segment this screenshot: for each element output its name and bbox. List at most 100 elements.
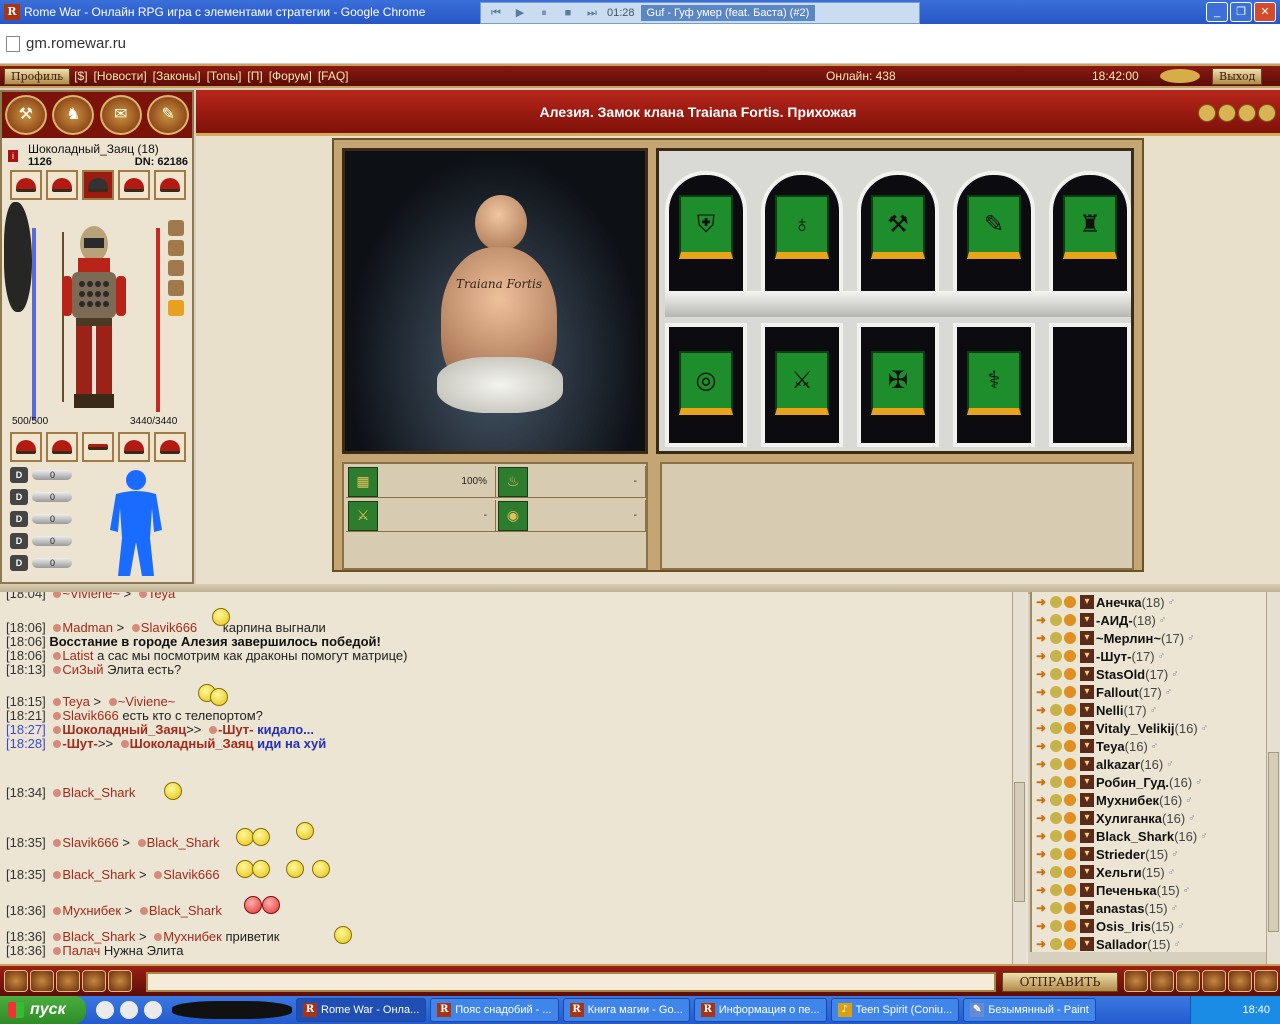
close-icon[interactable]: ✕ (1254, 2, 1276, 22)
info-icon[interactable] (1050, 884, 1062, 896)
user-list-item[interactable]: ➜ ▾ StasOld (17) ♂ (1036, 665, 1179, 683)
user-name[interactable]: Робин_Гуд. (1096, 775, 1169, 790)
chat-nick[interactable]: Slavik666 (163, 867, 219, 882)
equipment-slot[interactable] (10, 432, 42, 462)
clan-icon[interactable]: ▾ (1080, 739, 1094, 753)
user-name[interactable]: Osis_Iris (1096, 919, 1151, 934)
info-icon[interactable] (1050, 776, 1062, 788)
chat-nick[interactable]: Мухнибек (163, 929, 222, 944)
coins-banner-icon[interactable]: ◎ (679, 351, 733, 415)
exit-button[interactable]: Выход (1212, 67, 1263, 85)
user-list-item[interactable]: ➜ ▾ Strieder (15) ♂ (1036, 845, 1179, 863)
user-name[interactable]: -АИД- (1096, 613, 1133, 628)
banner-arch[interactable]: ⚔ (761, 323, 843, 447)
banner-arch[interactable]: ♜ (1049, 171, 1131, 295)
chat-nick[interactable]: Teya (148, 592, 175, 601)
chat-private-icon[interactable] (56, 970, 80, 992)
taskbar-item[interactable]: R Книга магии - Go... (562, 998, 690, 1022)
private-arrow-icon[interactable]: ➜ (1036, 901, 1050, 915)
user-list-item[interactable]: ➜ ▾ Мухнибек (16) ♂ (1036, 791, 1193, 809)
user-name[interactable]: Black_Shark (1096, 829, 1174, 844)
equipment-slot[interactable] (118, 432, 150, 462)
chat-input[interactable] (146, 972, 996, 992)
chat-nick[interactable]: Madman (62, 620, 113, 635)
clan-icon[interactable]: ▾ (1080, 703, 1094, 717)
shield-small-icon[interactable] (168, 260, 184, 276)
url-text[interactable]: gm.romewar.ru (26, 35, 126, 52)
user-name[interactable]: Анечка (1096, 595, 1141, 610)
swords-banner-icon[interactable]: ⚔ (775, 351, 829, 415)
character-name[interactable]: Шоколадный_Заяц (18) (28, 142, 159, 156)
info-icon[interactable] (1050, 848, 1062, 860)
book-icon[interactable]: ✎ (147, 95, 190, 135)
inventory-icon[interactable]: ⚒ (4, 95, 47, 135)
sun-small-icon[interactable] (168, 300, 184, 316)
private-arrow-icon[interactable]: ➜ (1036, 631, 1050, 645)
smiles-icon[interactable] (1124, 970, 1148, 992)
info-icon[interactable] (1050, 668, 1062, 680)
play-icon[interactable]: ▶ (511, 5, 529, 21)
private-arrow-icon[interactable]: ➜ (1036, 919, 1050, 933)
clear-chat-icon[interactable] (1176, 970, 1200, 992)
user-name[interactable]: Хельги (1096, 865, 1142, 880)
torrent-icon[interactable] (96, 1001, 114, 1019)
info-icon[interactable] (1050, 686, 1062, 698)
start-button[interactable]: пуск (0, 996, 86, 1024)
banner-arch[interactable]: ⚒ (857, 171, 939, 295)
people-small-icon[interactable] (168, 280, 184, 296)
refresh-icon[interactable] (1238, 104, 1256, 122)
chat-nick[interactable]: -Шут- (218, 722, 253, 737)
map-icon[interactable] (1198, 104, 1216, 122)
equipment-slot[interactable] (118, 170, 150, 200)
private-arrow-icon[interactable]: ➜ (1036, 667, 1050, 681)
info-icon[interactable] (1050, 614, 1062, 626)
user-name[interactable]: Хулиганка (1096, 811, 1162, 826)
user-list-item[interactable]: ➜ ▾ Nelli (17) ♂ (1036, 701, 1157, 719)
user-list-item[interactable]: ➜ ▾ Анечка (18) ♂ (1036, 593, 1175, 611)
info-icon[interactable] (1050, 722, 1062, 734)
menu-link-forum[interactable]: [Форум] (269, 69, 312, 83)
clan-icon[interactable]: ▾ (1080, 937, 1094, 951)
equipment-slot[interactable] (46, 170, 78, 200)
info-icon[interactable] (1050, 920, 1062, 932)
clan-icon[interactable]: ▾ (1080, 595, 1094, 609)
taskbar-item[interactable]: R Пояс снадобий - ... (430, 998, 559, 1022)
clan-icon[interactable]: ▾ (1080, 865, 1094, 879)
menu-link-tops[interactable]: [Топы] (207, 69, 242, 83)
userlist-scrollbar-thumb[interactable] (1268, 752, 1279, 932)
private-arrow-icon[interactable]: ➜ (1036, 883, 1050, 897)
chat-nick[interactable]: Шоколадный_Заяц (130, 736, 254, 751)
user-list-item[interactable]: ➜ ▾ anastas (15) ♂ (1036, 899, 1178, 917)
menu-link-faq[interactable]: [FAQ] (318, 69, 349, 83)
clan-icon[interactable]: ▾ (1080, 649, 1094, 663)
maximize-icon[interactable]: ❐ (1230, 2, 1252, 22)
chat-nick[interactable]: Slavik666 (62, 708, 118, 723)
chat-nick[interactable]: Slavik666 (62, 835, 118, 850)
user-name[interactable]: StasOld (1096, 667, 1145, 682)
private-arrow-icon[interactable]: ➜ (1036, 613, 1050, 627)
weapon-small-icon[interactable] (168, 240, 184, 256)
info-icon[interactable] (1050, 794, 1062, 806)
close-chat-icon[interactable] (1254, 970, 1278, 992)
private-arrow-icon[interactable]: ➜ (1036, 937, 1050, 951)
taskbar-item[interactable]: ♪ Teen Spirit (Coniu... (830, 998, 960, 1022)
banner-arch[interactable]: ✎ (953, 171, 1035, 295)
refresh-chat-icon[interactable] (1228, 970, 1252, 992)
chat-nick[interactable]: Палач (62, 943, 100, 958)
send-button[interactable]: ОТПРАВИТЬ (1002, 972, 1118, 992)
profile-button[interactable]: Профиль (4, 67, 71, 85)
belt-slot[interactable] (82, 432, 114, 462)
user-list-item[interactable]: ➜ ▾ Osis_Iris (15) ♂ (1036, 917, 1185, 935)
menu-link-laws[interactable]: [Законы] (153, 69, 201, 83)
exit-location-icon[interactable] (1258, 104, 1276, 122)
private-arrow-icon[interactable]: ➜ (1036, 793, 1050, 807)
chat-nick[interactable]: Latist (62, 648, 93, 663)
chat-nick[interactable]: -Шут- (62, 736, 97, 751)
user-name[interactable]: Мухнибек (1096, 793, 1159, 808)
private-arrow-icon[interactable]: ➜ (1036, 847, 1050, 861)
user-name[interactable]: Teya (1096, 739, 1125, 754)
clan-icon[interactable]: ▾ (1080, 721, 1094, 735)
user-list-item[interactable]: ➜ ▾ Хулиганка (16) ♂ (1036, 809, 1196, 827)
user-name[interactable]: -Шут- (1096, 649, 1131, 664)
user-list-item[interactable]: ➜ ▾ Black_Shark (16) ♂ (1036, 827, 1208, 845)
